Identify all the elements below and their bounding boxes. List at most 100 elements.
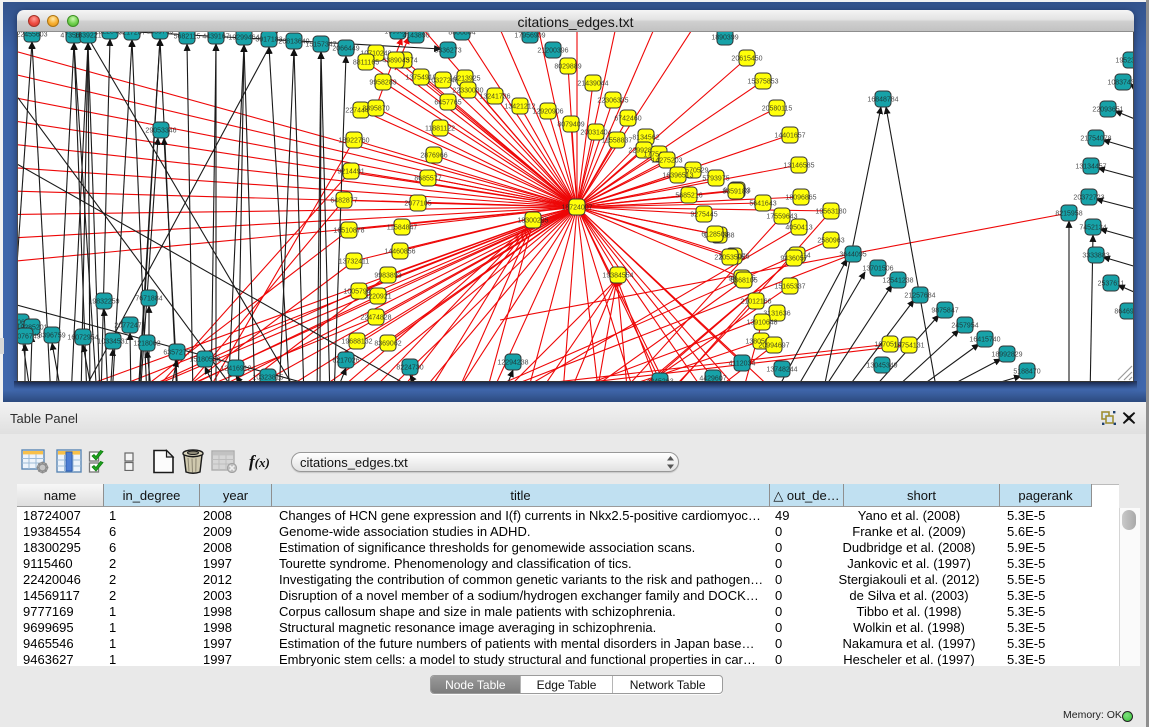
svg-text:2457954: 2457954	[951, 323, 978, 330]
svg-text:20994697: 20994697	[758, 343, 789, 350]
svg-text:11584847: 11584847	[387, 225, 418, 232]
svg-text:8079409: 8079409	[557, 122, 584, 129]
svg-text:6128503: 6128503	[701, 232, 728, 239]
svg-text:5641643: 5641643	[749, 201, 776, 208]
svg-text:15076749: 15076749	[17, 334, 41, 341]
svg-text:8396759: 8396759	[38, 333, 65, 340]
svg-text:1890399: 1890399	[711, 35, 738, 42]
svg-text:9875847: 9875847	[931, 308, 958, 315]
svg-text:20615450: 20615450	[731, 56, 762, 63]
svg-text:9436057: 9436057	[780, 256, 807, 263]
svg-text:21012166: 21012166	[740, 299, 771, 306]
svg-text:8489709: 8489709	[146, 32, 173, 36]
svg-text:9217207: 9217207	[118, 32, 145, 37]
svg-text:18096865: 18096865	[785, 195, 816, 202]
svg-text:21200396: 21200396	[537, 48, 568, 55]
svg-text:14401657: 14401657	[774, 133, 805, 140]
svg-text:12920906: 12920906	[532, 109, 563, 116]
svg-text:20772475: 20772475	[114, 323, 145, 330]
svg-text:5793975: 5793975	[702, 176, 729, 183]
svg-text:15180586: 15180586	[189, 357, 220, 364]
svg-text:5682115: 5682115	[174, 34, 201, 41]
svg-text:19384554: 19384554	[602, 273, 633, 280]
svg-text:11881122: 11881122	[425, 126, 455, 133]
svg-text:21754078: 21754078	[1080, 136, 1111, 143]
svg-text:5188470: 5188470	[1013, 369, 1040, 376]
svg-text:7452134: 7452134	[1079, 225, 1106, 232]
svg-text:13732411: 13732411	[339, 259, 370, 266]
svg-text:8369062: 8369062	[374, 341, 401, 348]
svg-text:19688132: 19688132	[341, 339, 372, 346]
svg-text:14460856: 14460856	[384, 249, 415, 256]
svg-text:8224730: 8224730	[396, 365, 423, 372]
svg-text:6742460: 6742460	[614, 116, 641, 123]
svg-text:8029889: 8029889	[554, 64, 581, 71]
svg-text:16510878: 16510878	[333, 228, 364, 235]
svg-text:10334531: 10334531	[97, 339, 128, 346]
svg-text:22306335: 22306335	[597, 98, 628, 105]
svg-text:3395870: 3395870	[362, 106, 389, 113]
svg-text:19523409: 19523409	[1115, 58, 1134, 65]
svg-text:9983893: 9983893	[374, 273, 401, 280]
svg-text:13748244: 13748244	[766, 367, 797, 374]
svg-text:3644095: 3644095	[839, 252, 866, 259]
svg-text:2876966: 2876966	[420, 153, 447, 160]
svg-text:16415740: 16415740	[969, 337, 1000, 344]
svg-text:2580963: 2580963	[817, 238, 844, 245]
svg-text:16396513: 16396513	[662, 173, 693, 180]
svg-text:13910648: 13910648	[746, 320, 777, 327]
svg-text:17956909: 17956909	[514, 33, 545, 40]
svg-text:2066449: 2066449	[332, 46, 359, 53]
svg-text:13045349: 13045349	[866, 363, 897, 370]
svg-text:3333883: 3333883	[1082, 253, 1109, 260]
svg-text:8685577: 8685577	[414, 176, 441, 183]
svg-text:12541238: 12541238	[882, 278, 913, 285]
svg-text:4050413: 4050413	[785, 225, 812, 232]
svg-text:6457765: 6457765	[434, 100, 461, 107]
svg-text:22474828: 22474828	[360, 315, 391, 322]
svg-text:13241736: 13241736	[479, 94, 510, 101]
svg-text:12416912: 12416912	[220, 366, 251, 373]
svg-text:4389045: 4389045	[382, 58, 409, 65]
svg-text:13146585: 13146585	[783, 163, 814, 170]
svg-text:6217026: 6217026	[332, 358, 359, 365]
svg-text:5685216: 5685216	[675, 193, 702, 200]
svg-text:6368105: 6368105	[730, 278, 757, 285]
svg-text:29053346: 29053346	[145, 128, 176, 135]
svg-text:18300295: 18300295	[517, 218, 548, 225]
svg-text:8336273: 8336273	[434, 48, 461, 55]
svg-text:13421212: 13421212	[504, 104, 535, 111]
svg-text:18992829: 18992829	[991, 352, 1022, 359]
svg-text:1218062: 1218062	[133, 341, 160, 348]
svg-text:6357277: 6357277	[163, 350, 190, 357]
svg-text:6482877: 6482877	[330, 198, 357, 205]
svg-text:18724007: 18724007	[561, 205, 592, 212]
svg-text:13701506: 13701506	[862, 266, 893, 273]
svg-text:22093651: 22093651	[1092, 107, 1123, 114]
svg-text:8646997: 8646997	[1114, 309, 1134, 316]
svg-text:16848784: 16848784	[867, 97, 898, 104]
svg-text:20580115: 20580115	[762, 106, 793, 113]
svg-text:21257684: 21257684	[904, 293, 935, 300]
svg-text:9275445: 9275445	[690, 212, 717, 219]
svg-text:4439167: 4439167	[202, 34, 229, 41]
svg-text:22053595: 22053595	[714, 255, 745, 262]
svg-text:18754131: 18754131	[893, 343, 924, 350]
svg-text:4143890: 4143890	[402, 33, 429, 40]
svg-text:8811165: 8811165	[353, 60, 379, 67]
svg-text:15375853: 15375853	[747, 79, 778, 86]
svg-text:12294238: 12294238	[497, 360, 528, 367]
svg-text:2077105: 2077105	[404, 201, 431, 208]
svg-text:9958289: 9958289	[369, 80, 396, 87]
svg-text:19832259: 19832259	[88, 299, 119, 306]
svg-text:8359183: 8359183	[722, 189, 749, 196]
svg-text:9214491: 9214491	[337, 169, 364, 176]
svg-text:13134457: 13134457	[1075, 164, 1106, 171]
svg-text:20031404: 20031404	[580, 130, 611, 137]
svg-text:8215958: 8215958	[1055, 211, 1082, 218]
svg-text:16213925: 16213925	[449, 76, 480, 83]
svg-text:19563180: 19563180	[815, 209, 846, 216]
svg-text:22455603: 22455603	[17, 32, 48, 39]
svg-text:18922760: 18922760	[338, 138, 369, 145]
svg-text:3220921: 3220921	[364, 294, 391, 301]
